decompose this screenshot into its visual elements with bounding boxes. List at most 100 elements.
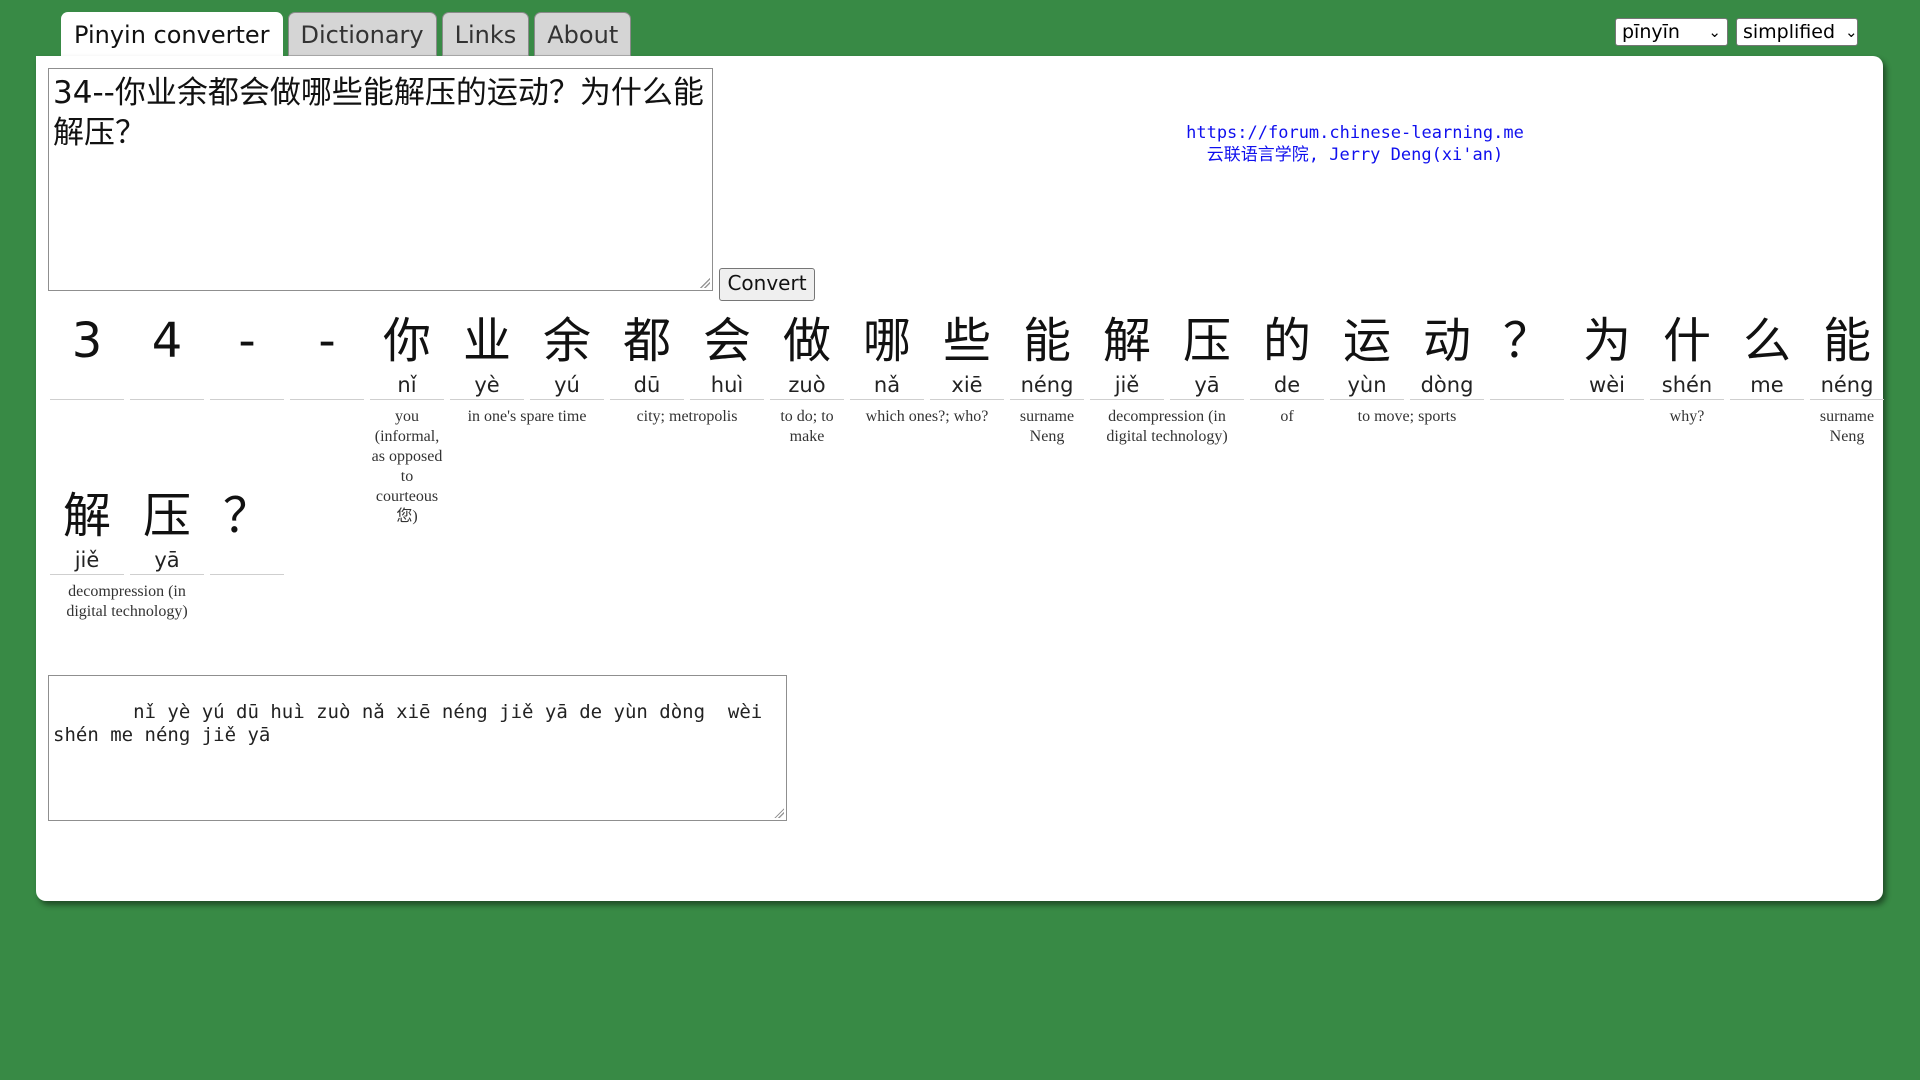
pinyin-syllable: nǎ: [873, 373, 901, 397]
pinyin-syllable: huì: [710, 373, 744, 397]
pinyin-syllable: dòng: [1420, 373, 1474, 397]
tab-links[interactable]: Links: [441, 12, 530, 56]
char-cell: ？: [210, 486, 284, 574]
forum-link[interactable]: https://forum.chinese-learning.me: [1180, 122, 1530, 144]
convert-button[interactable]: Convert: [719, 268, 815, 301]
char-cell: ？: [1490, 311, 1564, 399]
pinyin-syllable: dū: [633, 373, 661, 397]
char-underline: [690, 399, 764, 400]
author-credit: 云联语言学院, Jerry Deng(xi'an): [1206, 145, 1504, 165]
char-underline: [1650, 399, 1724, 400]
char-cell: 么 me: [1730, 311, 1804, 399]
pinyin-syllable: [50, 371, 124, 399]
script-select[interactable]: simplified ⌄: [1736, 18, 1858, 46]
gloss-text: which ones?; who?: [865, 408, 989, 425]
gloss-text: city; metropolis: [636, 408, 738, 425]
pinyin-syllable: yè: [474, 373, 500, 397]
gloss-text: surname Neng: [1019, 408, 1075, 445]
pinyin-syllable: yùn: [1347, 373, 1387, 397]
char-underline: [610, 399, 684, 400]
gloss-text: in one's spare time: [467, 408, 587, 425]
char-underline: [770, 399, 844, 400]
pinyin-syllable: jiě: [74, 548, 100, 572]
char-underline: [1010, 399, 1084, 400]
char-cell: 些 xiē: [930, 311, 1004, 399]
hanzi-char: 解: [1102, 313, 1151, 369]
settings-selects: pīnyīn ⌄ simplified ⌄: [1615, 18, 1858, 46]
char-underline: [450, 399, 524, 400]
hanzi-char: 哪: [862, 313, 911, 369]
pinyin-syllable: nǐ: [397, 373, 417, 397]
hanzi-char: 运: [1342, 313, 1391, 369]
pinyin-syllable: néng: [1020, 373, 1074, 397]
hanzi-char: ？: [1502, 313, 1551, 369]
char-cell: 余 yú: [530, 311, 604, 399]
hanzi-char: ？: [222, 488, 271, 544]
char-underline: [1730, 399, 1804, 400]
hanzi-char: 么: [1742, 313, 1791, 369]
char-cell: 为 wèi: [1570, 311, 1644, 399]
resize-handle[interactable]: [774, 808, 784, 818]
hanzi-char: 些: [942, 313, 991, 369]
char-cell: 动 dòng: [1410, 311, 1484, 399]
char-underline: [290, 399, 364, 400]
pinyin-syllable: zuò: [788, 373, 826, 397]
gloss-text: you (informal, as opposed to courteous 您…: [371, 408, 443, 525]
pinyin-mode-value: pīnyīn: [1622, 21, 1680, 43]
char-underline: [1570, 399, 1644, 400]
char-underline: [1410, 399, 1484, 400]
pinyin-syllable: [130, 371, 204, 399]
hanzi-char: 都: [622, 313, 671, 369]
char-cell: 业 yè: [450, 311, 524, 399]
tab-dictionary[interactable]: Dictionary: [287, 12, 437, 56]
char-underline: [1330, 399, 1404, 400]
output-text: nǐ yè yú dū huì zuò nǎ xiē néng jiě yā d…: [53, 701, 774, 746]
char-cell: 运 yùn: [1330, 311, 1404, 399]
chevron-down-icon: ⌄: [1845, 23, 1858, 41]
char-underline: [530, 399, 604, 400]
gloss-text: of: [1280, 408, 1294, 425]
hanzi-char: 业: [462, 313, 511, 369]
char-cell: 3: [50, 311, 124, 399]
pinyin-syllable: yā: [154, 548, 180, 572]
pinyin-syllable: wèi: [1589, 373, 1625, 397]
char-cell: 你 nǐ: [370, 311, 444, 399]
char-cell: 什 shén: [1650, 311, 1724, 399]
char-underline: [370, 399, 444, 400]
char-cell: 4: [130, 311, 204, 399]
char-cell: 都 dū: [610, 311, 684, 399]
char-cell: 解 jiě: [50, 486, 124, 574]
char-cell: 哪 nǎ: [850, 311, 924, 399]
pinyin-syllable: yā: [1194, 373, 1220, 397]
char-underline: [1090, 399, 1164, 400]
tab-bar: Pinyin converter Dictionary Links About: [61, 12, 632, 58]
hanzi-char: 动: [1422, 313, 1471, 369]
tab-about[interactable]: About: [534, 12, 632, 56]
char-cell: 能 néng: [1810, 311, 1884, 399]
pinyin-syllable: [290, 371, 364, 399]
chinese-input-textarea[interactable]: 34--你业余都会做哪些能解压的运动？为什么能解压？: [48, 68, 713, 291]
pinyin-syllable: de: [1273, 373, 1301, 397]
char-underline: [210, 399, 284, 400]
char-cell: 的 de: [1250, 311, 1324, 399]
resize-handle[interactable]: [700, 278, 710, 288]
hanzi-char: 会: [702, 313, 751, 369]
pinyin-syllable: xiē: [951, 373, 983, 397]
hanzi-char: -: [318, 313, 336, 369]
hanzi-char: 解: [62, 488, 111, 544]
input-text: 34--你业余都会做哪些能解压的运动？为什么能解压？: [53, 75, 704, 151]
gloss-text: decompression (in digital technology): [66, 583, 188, 620]
hanzi-char: 余: [542, 313, 591, 369]
hanzi-char: 能: [1022, 313, 1071, 369]
script-value: simplified: [1743, 21, 1836, 43]
char-cell: -: [290, 311, 364, 399]
pinyin-syllable: néng: [1820, 373, 1874, 397]
hanzi-char: -: [238, 313, 256, 369]
char-cell: -: [210, 311, 284, 399]
pinyin-mode-select[interactable]: pīnyīn ⌄: [1615, 18, 1728, 46]
hanzi-char: 能: [1822, 313, 1871, 369]
hanzi-char: 你: [382, 313, 431, 369]
char-underline: [50, 574, 124, 575]
pinyin-output-textarea[interactable]: nǐ yè yú dū huì zuò nǎ xiē néng jiě yā d…: [48, 675, 787, 821]
tab-pinyin-converter[interactable]: Pinyin converter: [61, 12, 283, 58]
